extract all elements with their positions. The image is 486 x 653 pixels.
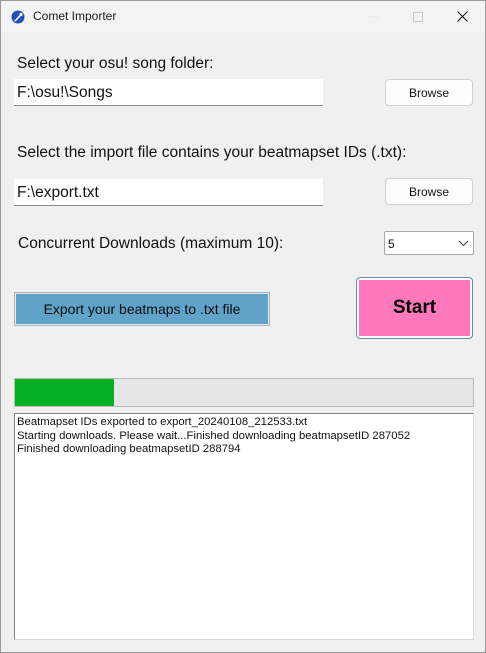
export-beatmaps-button[interactable]: Export your beatmaps to .txt file bbox=[14, 292, 270, 326]
log-output[interactable]: Beatmapset IDs exported to export_202401… bbox=[14, 413, 474, 640]
close-button[interactable] bbox=[440, 1, 485, 32]
concurrent-downloads-select[interactable]: 5 bbox=[384, 231, 474, 255]
minimize-button[interactable] bbox=[350, 1, 395, 32]
minimize-icon bbox=[367, 16, 378, 17]
browse-import-file-button[interactable]: Browse bbox=[385, 178, 473, 205]
log-line: Starting downloads. Please wait...Finish… bbox=[17, 429, 411, 442]
title-bar[interactable]: Comet Importer bbox=[1, 1, 485, 32]
close-icon bbox=[457, 11, 468, 22]
chevron-down-icon bbox=[458, 240, 469, 247]
browse-song-folder-button[interactable]: Browse bbox=[385, 79, 473, 106]
window-title: Comet Importer bbox=[33, 9, 117, 23]
comet-icon bbox=[11, 10, 25, 24]
log-line: Beatmapset IDs exported to export_202401… bbox=[17, 416, 308, 428]
concurrent-downloads-value: 5 bbox=[388, 237, 395, 251]
import-file-input[interactable] bbox=[14, 179, 323, 206]
import-file-label: Select the import file contains your bea… bbox=[17, 144, 407, 161]
progress-fill bbox=[15, 379, 115, 406]
song-folder-label: Select your osu! song folder: bbox=[17, 55, 214, 72]
start-button[interactable]: Start bbox=[356, 277, 473, 339]
maximize-icon bbox=[412, 11, 423, 22]
song-folder-input[interactable] bbox=[14, 79, 323, 106]
log-line: Finished downloading beatmapsetID 288794 bbox=[17, 443, 241, 455]
concurrent-downloads-label: Concurrent Downloads (maximum 10): bbox=[18, 235, 284, 252]
download-progress-bar bbox=[14, 378, 474, 407]
app-window: Comet Importer Select your osu! song fol… bbox=[0, 0, 486, 653]
maximize-button[interactable] bbox=[395, 1, 440, 32]
